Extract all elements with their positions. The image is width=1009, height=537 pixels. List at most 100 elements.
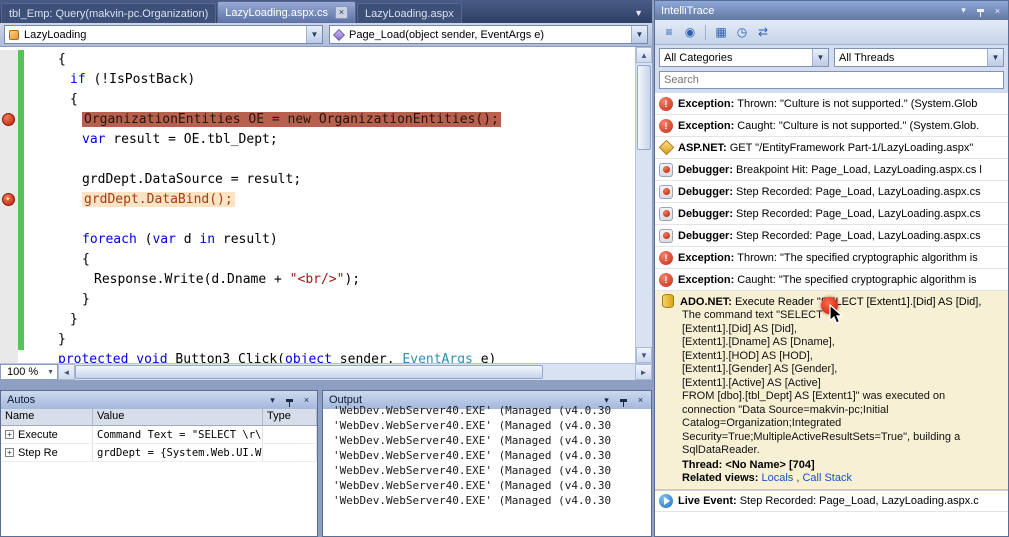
link-call-stack[interactable]: Call Stack — [802, 472, 852, 484]
link-locals[interactable]: Locals — [761, 472, 793, 484]
gutter-cell[interactable] — [0, 230, 18, 250]
event-row[interactable]: Debugger:Step Recorded: Page_Load, LazyL… — [655, 181, 1008, 203]
intellitrace-title-bar[interactable]: IntelliTrace ▾× — [655, 1, 1008, 20]
gutter-cell[interactable] — [0, 330, 18, 350]
chevron-down-icon[interactable]: ▼ — [306, 26, 322, 43]
gutter-cell[interactable] — [0, 210, 18, 230]
gutter-cell[interactable] — [0, 350, 18, 363]
switch-view-icon[interactable]: ⇄ — [754, 23, 772, 41]
column-header-type[interactable]: Type — [263, 409, 317, 425]
code-line-text[interactable]: if (!IsPostBack) — [24, 70, 195, 90]
gutter-cell[interactable] — [0, 110, 18, 130]
history-icon[interactable]: ◷ — [733, 23, 751, 41]
event-text: Breakpoint Hit: Page_Load, LazyLoading.a… — [736, 164, 982, 176]
gutter-cell[interactable] — [0, 170, 18, 190]
code-line-text[interactable]: { — [24, 50, 66, 70]
gutter-cell[interactable]: ▸ — [0, 190, 18, 210]
chevron-down-icon[interactable]: ▼ — [987, 49, 1003, 66]
chevron-down-icon[interactable]: ▼ — [812, 49, 828, 66]
scrollbar-track[interactable] — [543, 364, 635, 380]
pin-icon[interactable] — [282, 393, 297, 407]
gutter-cell[interactable] — [0, 270, 18, 290]
code-line-text[interactable]: Response.Write(d.Dname + "<br/>"); — [24, 270, 360, 290]
table-row[interactable]: +Step RegrdDept = {System.Web.UI.W — [1, 444, 317, 462]
code-line-text[interactable]: { — [24, 250, 90, 270]
event-row[interactable]: Exception:Thrown: "Culture is not suppor… — [655, 93, 1008, 115]
chevron-down-icon[interactable]: ▼ — [631, 26, 647, 43]
event-row[interactable]: Debugger:Step Recorded: Page_Load, LazyL… — [655, 203, 1008, 225]
members-dropdown[interactable]: Page_Load(object sender, EventArgs e) ▼ — [329, 25, 648, 44]
code-line-text[interactable]: grdDept.DataBind(); — [24, 190, 235, 210]
scroll-left-button[interactable]: ◄ — [58, 364, 75, 380]
window-position-icon[interactable]: ▾ — [956, 4, 971, 18]
code-line-text[interactable]: protected void Button3_Click(object send… — [24, 350, 496, 363]
zoom-selector[interactable]: 100 % ▼ — [0, 364, 58, 380]
gutter-cell[interactable] — [0, 70, 18, 90]
editor-horizontal-scrollbar[interactable]: 100 % ▼ ◄ ► — [0, 363, 652, 380]
close-icon[interactable]: × — [299, 393, 314, 407]
tab-lazyloading-aspx-cs[interactable]: LazyLoading.aspx.cs× — [217, 1, 356, 23]
code-area[interactable]: {if (!IsPostBack){OrganizationEntities O… — [0, 47, 635, 363]
close-icon[interactable]: × — [990, 4, 1005, 18]
gutter-cell[interactable] — [0, 90, 18, 110]
scroll-down-button[interactable]: ▼ — [636, 347, 652, 363]
event-row[interactable]: Exception:Caught: "The specified cryptog… — [655, 269, 1008, 291]
code-editor[interactable]: {if (!IsPostBack){OrganizationEntities O… — [0, 47, 652, 363]
tab-overflow-icon[interactable]: ▼ — [634, 8, 652, 23]
expander-icon[interactable]: + — [5, 430, 14, 439]
output-lines[interactable]: 'WebDev.WebServer40.EXE' (Managed (v4.0.… — [323, 403, 651, 536]
code-line-text[interactable]: foreach (var d in result) — [24, 230, 278, 250]
scrollbar-thumb[interactable] — [637, 65, 651, 150]
types-dropdown[interactable]: LazyLoading ▼ — [4, 25, 323, 44]
event-body-line: connection "Data Source=makvin-pc;Initia… — [682, 404, 1002, 418]
table-row[interactable]: +ExecuteCommand Text = "SELECT \r\ — [1, 426, 317, 444]
editor-vertical-scrollbar[interactable]: ▲ ▼ — [635, 47, 652, 363]
scrollbar-thumb[interactable] — [75, 365, 543, 379]
code-line-text[interactable]: grdDept.DataSource = result; — [24, 170, 301, 190]
column-header-name[interactable]: Name — [1, 409, 93, 425]
scroll-up-button[interactable]: ▲ — [636, 47, 652, 63]
record-icon[interactable]: ◉ — [681, 23, 699, 41]
code-line-text[interactable]: } — [24, 330, 66, 350]
code-line-text[interactable]: } — [24, 290, 90, 310]
gutter-cell[interactable] — [0, 250, 18, 270]
event-row[interactable]: Debugger:Breakpoint Hit: Page_Load, Lazy… — [655, 159, 1008, 181]
events-list-icon[interactable]: ≡ — [660, 23, 678, 41]
pin-icon[interactable] — [973, 4, 988, 18]
event-row[interactable]: Exception:Caught: "Culture is not suppor… — [655, 115, 1008, 137]
class-icon — [9, 30, 19, 40]
event-body-line: SqlDataReader. — [682, 444, 1002, 458]
scroll-right-button[interactable]: ► — [635, 364, 652, 380]
window-position-icon[interactable]: ▾ — [265, 393, 280, 407]
code-line-text[interactable] — [24, 150, 34, 170]
chevron-down-icon[interactable]: ▼ — [47, 369, 54, 376]
gutter-cell[interactable] — [0, 150, 18, 170]
event-row-live[interactable]: Live Event:Step Recorded: Page_Load, Laz… — [655, 490, 1008, 512]
event-row[interactable]: Debugger:Step Recorded: Page_Load, LazyL… — [655, 225, 1008, 247]
gutter-cell[interactable] — [0, 130, 18, 150]
scrollbar-track[interactable] — [636, 152, 652, 347]
expander-icon[interactable]: + — [5, 448, 14, 457]
breakpoint-icon[interactable] — [2, 113, 15, 126]
categories-filter-dropdown[interactable]: All Categories ▼ — [659, 48, 829, 67]
gutter-cell[interactable] — [0, 290, 18, 310]
event-row[interactable]: ASP.NET:GET "/EntityFramework Part-1/Laz… — [655, 137, 1008, 159]
event-body-line: [Extent1].[Active] AS [Active] — [682, 377, 1002, 391]
close-icon[interactable]: × — [335, 6, 348, 19]
code-line-text[interactable]: OrganizationEntities OE = new Organizati… — [24, 110, 501, 130]
table-view-icon[interactable]: ▦ — [712, 23, 730, 41]
threads-filter-dropdown[interactable]: All Threads ▼ — [834, 48, 1004, 67]
event-row[interactable]: Exception:Thrown: "The specified cryptog… — [655, 247, 1008, 269]
code-line-text[interactable]: } — [24, 310, 78, 330]
tab-tbl-emp-query-makvin-pc-organization[interactable]: tbl_Emp: Query(makvin-pc.Organization) — [1, 3, 216, 23]
gutter-cell[interactable] — [0, 310, 18, 330]
code-line-text[interactable] — [24, 210, 34, 230]
code-line-text[interactable]: var result = OE.tbl_Dept; — [24, 130, 278, 150]
gutter-cell[interactable] — [0, 50, 18, 70]
autos-title-bar[interactable]: Autos ▾× — [1, 391, 317, 409]
tab-lazyloading-aspx[interactable]: LazyLoading.aspx — [357, 3, 462, 23]
search-input[interactable] — [659, 71, 1004, 89]
code-line-text[interactable]: { — [24, 90, 78, 110]
trace-pointer-icon[interactable]: ▸ — [2, 193, 15, 206]
column-header-value[interactable]: Value — [93, 409, 263, 425]
